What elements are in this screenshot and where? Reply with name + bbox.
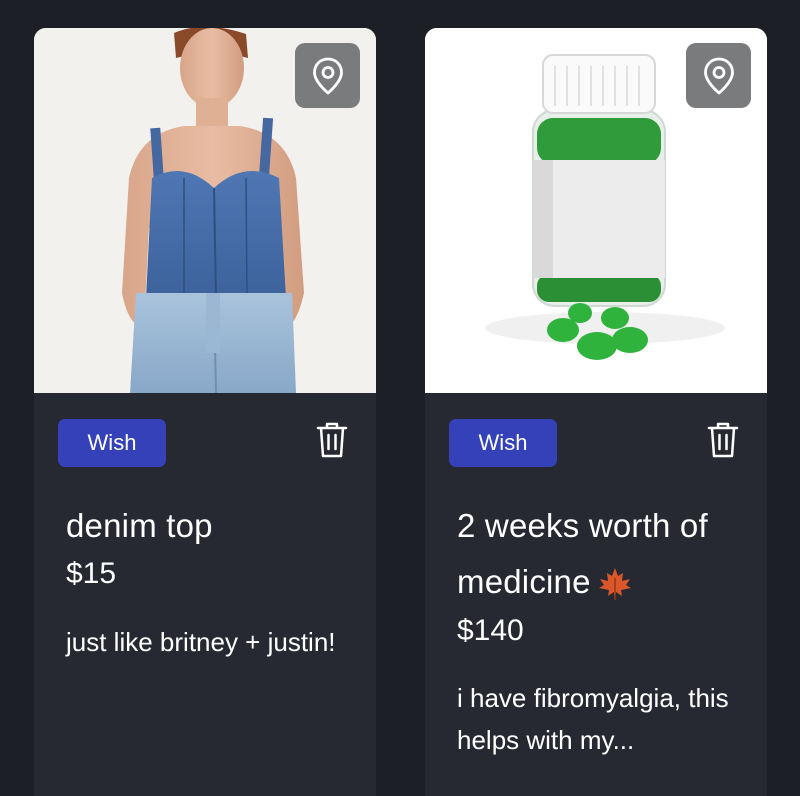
- item-description: i have fibromyalgia, this helps with my.…: [457, 683, 729, 755]
- map-pin-icon: [703, 57, 734, 94]
- item-price: $15: [66, 557, 117, 590]
- item-title: 2 weeks worth of medicine: [457, 498, 747, 610]
- product-card-medicine[interactable]: Wish 2 weeks worth of medicine $140 i ha…: [425, 28, 767, 796]
- item-price: $140: [457, 614, 524, 647]
- item-title-text: 2 weeks worth of medicine: [457, 507, 708, 600]
- product-card-denim-top[interactable]: Wish denim top $15 just like britney + j…: [34, 28, 376, 796]
- wish-badge[interactable]: Wish: [58, 419, 166, 467]
- item-description: just like britney + justin!: [66, 627, 336, 657]
- maple-leaf-icon: [598, 568, 631, 601]
- wishlist-grid: Wish denim top $15 just like britney + j…: [0, 0, 800, 796]
- trash-icon[interactable]: [316, 421, 348, 459]
- map-pin-icon: [312, 57, 343, 94]
- item-title: denim top: [66, 507, 213, 544]
- trash-icon[interactable]: [707, 421, 739, 459]
- location-button[interactable]: [295, 43, 360, 108]
- location-button[interactable]: [686, 43, 751, 108]
- product-image[interactable]: [34, 28, 376, 393]
- product-image[interactable]: [425, 28, 767, 393]
- wish-badge[interactable]: Wish: [449, 419, 557, 467]
